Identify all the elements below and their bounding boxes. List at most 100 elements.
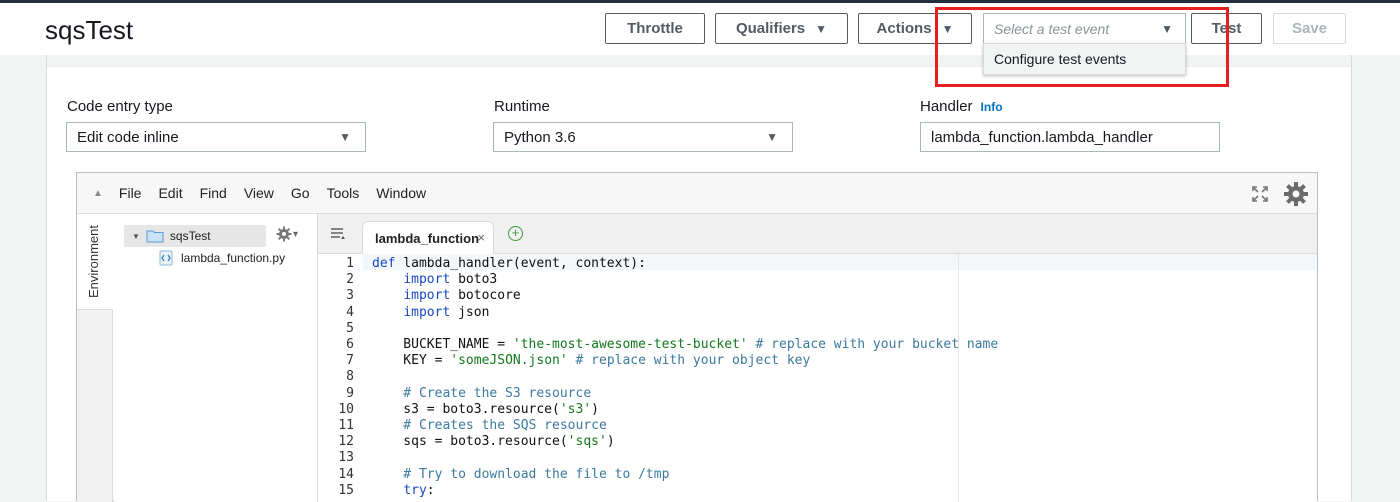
line-code: sqs = boto3.resource('sqs') bbox=[372, 434, 614, 450]
code-token: # Create the S3 resource bbox=[372, 385, 592, 401]
code-entry-type-label: Code entry type bbox=[67, 98, 173, 115]
code-token: s3 = boto3.resource( bbox=[372, 401, 560, 417]
code-token: import bbox=[403, 272, 451, 288]
highlight-annotation-box bbox=[935, 7, 1229, 87]
line-number: 6 bbox=[346, 337, 354, 352]
code-line: 12 sqs = boto3.resource('sqs') bbox=[318, 434, 1317, 450]
qualifiers-button-label: Qualifiers bbox=[735, 20, 806, 37]
editor-tabbar: lambda_function × + bbox=[318, 214, 1317, 254]
tree-settings[interactable]: ▾ bbox=[276, 226, 298, 242]
line-number: 11 bbox=[338, 418, 354, 433]
fullscreen-icon[interactable] bbox=[1251, 185, 1269, 203]
line-code: KEY = 'someJSON.json' # replace with you… bbox=[372, 353, 810, 369]
code-token: import bbox=[403, 288, 451, 304]
file-list-icon[interactable] bbox=[330, 227, 346, 241]
line-code: BUCKET_NAME = 'the-most-awesome-test-buc… bbox=[372, 337, 998, 353]
save-button[interactable]: Save bbox=[1273, 13, 1346, 44]
tree-root-folder[interactable]: ▼ sqsTest bbox=[124, 225, 266, 247]
handler-label: Handler bbox=[920, 98, 973, 115]
python-file-icon bbox=[159, 250, 173, 266]
line-code: # Create the S3 resource bbox=[372, 386, 591, 402]
line-number: 10 bbox=[338, 401, 354, 417]
handler-info-link[interactable]: Info bbox=[981, 100, 1003, 114]
code-token: sqs = boto3.resource( bbox=[372, 434, 568, 450]
line-number: 2 bbox=[346, 272, 354, 288]
settings-gear-icon[interactable] bbox=[1283, 181, 1309, 207]
menu-edit[interactable]: Edit bbox=[158, 185, 182, 201]
menu-window[interactable]: Window bbox=[376, 185, 426, 201]
caret-down-icon: ▼ bbox=[339, 130, 351, 144]
code-token: import bbox=[403, 304, 451, 320]
code-line: 6 BUCKET_NAME = 'the-most-awesome-test-b… bbox=[318, 337, 1317, 353]
gear-icon bbox=[276, 226, 292, 242]
line-number: 9 bbox=[346, 385, 354, 401]
code-line: 14 # Try to download the file to /tmp bbox=[318, 467, 1317, 483]
expand-triangle-icon[interactable]: ▼ bbox=[132, 232, 140, 241]
ide-menubar: ▲ File Edit Find View Go Tools Window bbox=[77, 173, 1317, 214]
line-code: # Try to download the file to /tmp bbox=[372, 467, 669, 483]
code-line: 5 bbox=[318, 321, 1317, 337]
close-icon[interactable]: × bbox=[477, 230, 485, 245]
code-area[interactable]: 1 def lambda_handler(event, context): 2 im… bbox=[318, 254, 1317, 502]
function-title: sqsTest bbox=[45, 15, 134, 45]
tree-root-label: sqsTest bbox=[169, 229, 211, 243]
code-token: # replace with your object key bbox=[567, 353, 811, 369]
code-token: 'sqs' bbox=[567, 434, 607, 450]
line-number: 5 bbox=[346, 320, 354, 336]
code-token: # Try to download the file to /tmp bbox=[372, 466, 670, 482]
code-entry-type-value: Edit code inline bbox=[77, 128, 179, 146]
code-line: 2 import boto3 bbox=[318, 272, 1317, 288]
cloud9-editor: ▲ File Edit Find View Go Tools Window En… bbox=[76, 172, 1318, 502]
code-line: 10 s3 = boto3.resource('s3') bbox=[318, 402, 1317, 418]
code-line: 3 import botocore bbox=[318, 288, 1317, 304]
file-tree: ▼ sqsTest ▾ lambda_function.py bbox=[114, 214, 318, 502]
line-number: 7 bbox=[346, 353, 354, 369]
line-number: 3 bbox=[346, 288, 354, 304]
menu-view[interactable]: View bbox=[244, 185, 274, 201]
line-number: 4 bbox=[346, 304, 354, 320]
actions-button-label: Actions bbox=[876, 20, 932, 37]
save-button-label: Save bbox=[1291, 20, 1328, 37]
line-number: 15 bbox=[338, 482, 354, 498]
code-token: KEY = bbox=[372, 353, 451, 369]
code-token: 's3' bbox=[559, 401, 592, 417]
code-line: 1 def lambda_handler(event, context): bbox=[318, 256, 1317, 272]
line-code: import botocore bbox=[372, 288, 520, 304]
code-token: # replace with your bucket name bbox=[747, 337, 999, 352]
handler-input[interactable]: lambda_function.lambda_handler bbox=[920, 122, 1220, 152]
line-code: import json bbox=[372, 305, 489, 321]
runtime-select[interactable]: Python 3.6 ▼ bbox=[493, 122, 793, 152]
menu-tools[interactable]: Tools bbox=[327, 185, 360, 201]
environment-tab[interactable]: Environment bbox=[77, 214, 113, 310]
handler-value: lambda_function.lambda_handler bbox=[931, 128, 1153, 146]
code-token: boto3 bbox=[450, 272, 498, 288]
code-line: 9 # Create the S3 resource bbox=[318, 386, 1317, 402]
code-token: 'the-most-awesome-test-bucket' bbox=[512, 337, 748, 352]
menu-file[interactable]: File bbox=[119, 185, 142, 201]
line-code: def lambda_handler(event, context): bbox=[372, 256, 646, 272]
caret-down-icon: ▼ bbox=[815, 21, 828, 36]
editor-tab-lambda-function[interactable]: lambda_function × bbox=[362, 221, 494, 254]
code-line: 13 bbox=[318, 450, 1317, 466]
line-code: try: bbox=[372, 483, 434, 499]
collapse-triangle-icon[interactable]: ▲ bbox=[93, 188, 103, 199]
environment-tab-label: Environment bbox=[86, 225, 101, 299]
throttle-button-label: Throttle bbox=[627, 20, 683, 37]
code-entry-type-select[interactable]: Edit code inline ▼ bbox=[66, 122, 366, 152]
handler-label-row: Handler Info bbox=[920, 98, 1003, 115]
menu-find[interactable]: Find bbox=[200, 185, 227, 201]
throttle-button[interactable]: Throttle bbox=[605, 13, 705, 44]
code-line: 8 bbox=[318, 369, 1317, 385]
code-token: json bbox=[450, 304, 490, 320]
code-line: 15 try: bbox=[318, 483, 1317, 499]
tree-file-lambda[interactable]: lambda_function.py bbox=[158, 250, 285, 266]
code-line: 7 KEY = 'someJSON.json' # replace with y… bbox=[318, 353, 1317, 369]
qualifiers-button[interactable]: Qualifiers ▼ bbox=[715, 13, 848, 44]
menu-go[interactable]: Go bbox=[291, 185, 310, 201]
add-tab-icon[interactable]: + bbox=[508, 226, 523, 241]
code-token: 'someJSON.json' bbox=[450, 353, 568, 369]
ide-side-panel: Environment bbox=[77, 214, 113, 502]
caret-down-icon: ▼ bbox=[766, 130, 778, 144]
